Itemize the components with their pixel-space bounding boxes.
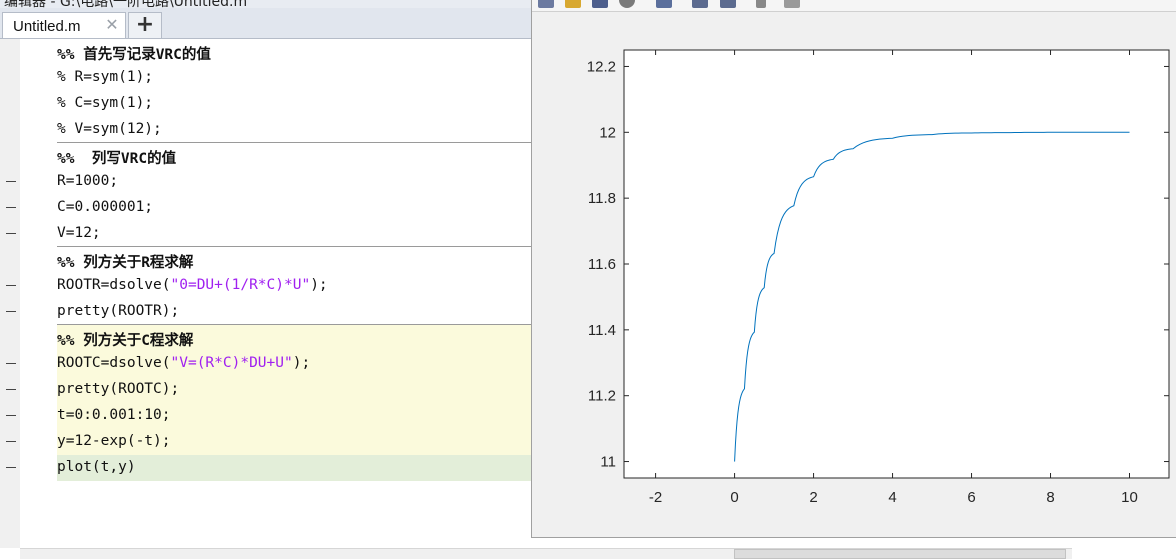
x-tick-label: 6: [967, 489, 975, 506]
code-text: plot(t,y): [57, 459, 136, 475]
section-header: %% 列方关于R程求解: [57, 255, 194, 271]
code-text: pretty(ROOTC);: [57, 381, 180, 397]
breakpoint-dash[interactable]: [6, 363, 16, 364]
code-text: R=1000;: [57, 173, 119, 189]
y-tick-label: 11.4: [588, 322, 616, 339]
code-line[interactable]: %% 列写VRC的值: [20, 143, 532, 169]
add-tab-button[interactable]: +: [128, 12, 162, 38]
y-tick-label: 11.8: [588, 190, 616, 207]
code-line[interactable]: %% 列方关于C程求解: [20, 325, 532, 351]
save-icon[interactable]: [592, 0, 608, 8]
figure-window: -2 0 2 4 6 8 10 11 11.2 11.4 11.6 11.8 12 12.2: [531, 0, 1176, 538]
code-line[interactable]: ROOTR=dsolve("0=DU+(1/R*C)*U");: [6, 273, 532, 299]
dock-icon[interactable]: [784, 0, 800, 8]
breakpoint-dash[interactable]: [6, 389, 16, 390]
code-editor[interactable]: %% 首先写记录VRC的值 % R=sym(1); % C=sym(1); % …: [6, 39, 532, 548]
string-literal: "V=(R*C)*DU+U": [170, 355, 293, 371]
edit-plot-arrow-icon[interactable]: [756, 0, 766, 8]
code-line[interactable]: % V=sym(12);: [20, 117, 532, 143]
x-tick-label: 2: [809, 489, 817, 506]
breakpoint-dash[interactable]: [6, 207, 16, 208]
x-tick-label: 10: [1121, 489, 1138, 506]
section-header: %% 列写VRC的值: [57, 151, 177, 167]
code-line[interactable]: C=0.000001;: [6, 195, 532, 221]
breakpoint-dash[interactable]: [6, 441, 16, 442]
tab-label: Untitled.m: [13, 18, 81, 35]
window-edge: [1164, 0, 1176, 558]
code-line[interactable]: V=12;: [6, 221, 532, 247]
code-text: C=0.000001;: [57, 199, 154, 215]
code-line[interactable]: R=1000;: [6, 169, 532, 195]
x-tick-label: 0: [730, 489, 738, 506]
breakpoint-dash[interactable]: [6, 311, 16, 312]
code-text: ROOTR=dsolve("0=DU+(1/R*C)*U");: [57, 277, 328, 293]
editor-title-bar: 编辑器 - G:\电路\一阶电路\Untitled.m: [0, 0, 540, 8]
comment-text: % V=sym(12);: [57, 121, 162, 137]
comment-text: % C=sym(1);: [57, 95, 154, 111]
breakpoint-dash[interactable]: [6, 415, 16, 416]
open-folder-icon[interactable]: [565, 0, 581, 8]
code-line[interactable]: pretty(ROOTC);: [6, 377, 532, 403]
y-tick-label: 11.2: [588, 388, 616, 405]
print-icon[interactable]: [619, 0, 635, 8]
editor-title: 编辑器 - G:\电路\一阶电路\Untitled.m: [4, 0, 248, 8]
figure-toolbar: [532, 0, 1176, 12]
breakpoint-dash[interactable]: [6, 233, 16, 234]
code-line[interactable]: y=12-exp(-t);: [6, 429, 532, 455]
y-tick-label: 12.2: [587, 58, 616, 75]
string-literal: "0=DU+(1/R*C)*U": [170, 277, 311, 293]
section-header: %% 列方关于C程求解: [57, 333, 194, 349]
plot-tools-icon[interactable]: [720, 0, 736, 8]
breakpoint-dash[interactable]: [6, 181, 16, 182]
breakpoint-dash[interactable]: [6, 467, 16, 468]
x-tick-label: -2: [649, 489, 662, 506]
code-text: t=0:0.001:10;: [57, 407, 171, 423]
code-text: ROOTC=dsolve("V=(R*C)*DU+U");: [57, 355, 310, 371]
tab-untitled-m[interactable]: Untitled.m ✕: [2, 12, 126, 38]
new-figure-icon[interactable]: [538, 0, 554, 8]
y-tick-label: 12: [599, 124, 616, 141]
close-icon[interactable]: ✕: [105, 17, 119, 33]
code-text: V=12;: [57, 225, 101, 241]
code-line[interactable]: % C=sym(1);: [20, 91, 532, 117]
axes-background: [624, 50, 1169, 478]
code-part: );: [292, 355, 311, 371]
code-text: pretty(ROOTR);: [57, 303, 180, 319]
y-tick-label: 11.6: [588, 256, 616, 273]
y-tick-label: 11: [600, 454, 616, 471]
code-line[interactable]: pretty(ROOTR);: [6, 299, 532, 325]
x-tick-label: 8: [1046, 489, 1054, 506]
plus-icon: +: [135, 12, 155, 37]
code-line[interactable]: %% 首先写记录VRC的值: [20, 39, 532, 65]
insert-legend-icon[interactable]: [692, 0, 708, 8]
code-line[interactable]: ROOTC=dsolve("V=(R*C)*DU+U");: [6, 351, 532, 377]
section-header: %% 首先写记录VRC的值: [57, 47, 211, 63]
editor-tab-bar: Untitled.m ✕ +: [0, 8, 540, 39]
code-line[interactable]: plot(t,y): [6, 455, 532, 481]
code-part: ROOTR=dsolve(: [57, 277, 171, 293]
code-part: ROOTC=dsolve(: [57, 355, 171, 371]
code-text: y=12-exp(-t);: [57, 433, 171, 449]
code-line[interactable]: % R=sym(1);: [20, 65, 532, 91]
plot-canvas[interactable]: -2 0 2 4 6 8 10 11 11.2 11.4 11.6 11.8 12 12.2: [532, 12, 1176, 537]
code-line[interactable]: %% 列方关于R程求解: [20, 247, 532, 273]
insert-colorbar-icon[interactable]: [656, 0, 672, 8]
comment-text: % R=sym(1);: [57, 69, 154, 85]
horizontal-scrollbar[interactable]: [20, 548, 1072, 559]
breakpoint-dash[interactable]: [6, 285, 16, 286]
code-line[interactable]: t=0:0.001:10;: [6, 403, 532, 429]
x-tick-label: 4: [888, 489, 896, 506]
code-part: );: [310, 277, 328, 293]
line-gutter: [0, 39, 21, 548]
